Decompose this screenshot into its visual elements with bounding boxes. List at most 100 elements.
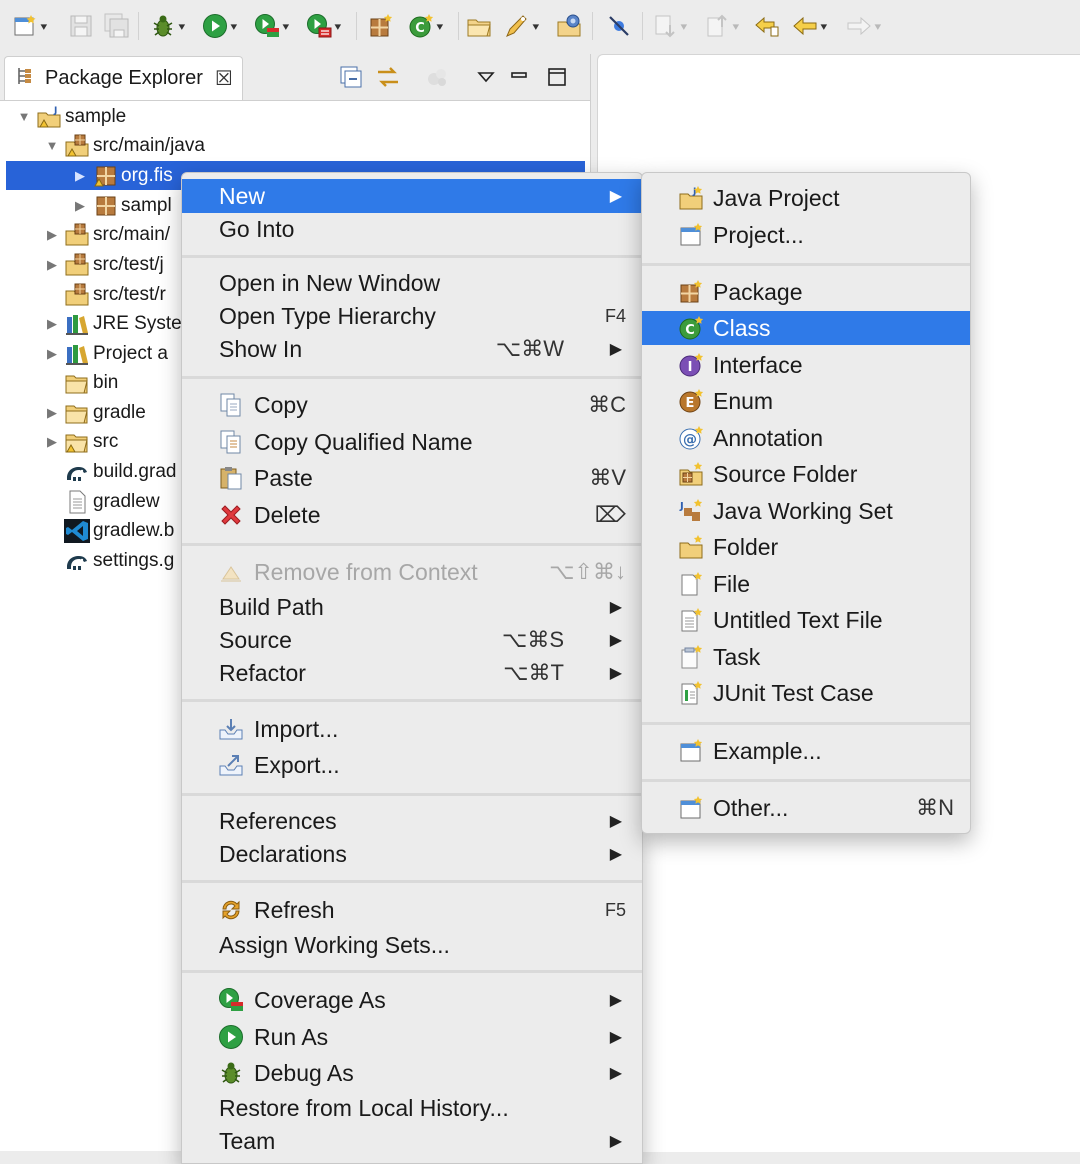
menu-item-go-into[interactable]: Go Into — [182, 212, 642, 246]
menu-item-copy[interactable]: Copy ⌘C — [182, 388, 642, 422]
submenu-item-project[interactable]: Project... — [642, 218, 970, 252]
submenu-item-class[interactable]: C Class — [642, 311, 970, 345]
back-icon[interactable]: ▾ — [792, 10, 827, 42]
submenu-item-enum[interactable]: E Enum — [642, 384, 970, 418]
source-folder-icon — [64, 134, 90, 158]
submenu-item-example[interactable]: Example... — [642, 734, 970, 768]
expand-toggle[interactable]: ▶ — [44, 405, 60, 421]
menu-item-open-type-hierarchy[interactable]: Open Type Hierarchy F4 — [182, 299, 642, 333]
submenu-item-interface[interactable]: I Interface — [642, 348, 970, 382]
run-icon[interactable]: ▾ — [202, 10, 237, 42]
source-folder-icon — [64, 223, 90, 247]
skip-breakpoints-icon[interactable] — [606, 10, 632, 42]
paste-icon — [220, 467, 242, 490]
new-wizard-icon[interactable]: ▾ — [12, 10, 47, 42]
submenu-item-java-working-set[interactable]: J Java Working Set — [642, 494, 970, 528]
submenu-item-annotation[interactable]: @ Annotation — [642, 421, 970, 455]
menu-item-import[interactable]: Import... — [182, 712, 642, 746]
menu-item-references[interactable]: References ▶ — [182, 804, 642, 838]
previous-annotation-icon[interactable]: ▾ — [704, 10, 739, 42]
collapse-all-icon[interactable] — [338, 62, 364, 92]
expand-toggle[interactable]: ▶ — [44, 316, 60, 332]
tree-item-sample[interactable]: ▼ J sample — [16, 102, 586, 131]
menu-item-show-in[interactable]: Show In ⌥⌘W ▶ — [182, 332, 642, 366]
menu-separator — [182, 543, 642, 546]
coverage-icon[interactable]: ▾ — [254, 10, 289, 42]
menu-item-open-in-new-window[interactable]: Open in New Window — [182, 266, 642, 300]
close-view-icon[interactable]: ☒ — [215, 66, 233, 91]
menu-item-declarations[interactable]: Declarations ▶ — [182, 837, 642, 871]
new-java-package-icon[interactable] — [368, 10, 394, 42]
submenu-item-untitled-text-file[interactable]: Untitled Text File — [642, 603, 970, 637]
menu-item-debug-as[interactable]: Debug As ▶ — [182, 1056, 642, 1090]
menu-item-paste[interactable]: Paste ⌘V — [182, 461, 642, 495]
menu-item-restore-from-local-history[interactable]: Restore from Local History... — [182, 1091, 642, 1125]
menu-item-new[interactable]: New ▶ — [182, 179, 642, 213]
submenu-arrow-icon: ▶ — [609, 341, 622, 358]
menu-shortcut: ⌥⌘S — [501, 627, 564, 652]
tab-package-explorer[interactable]: Package Explorer ☒ — [4, 56, 243, 100]
svg-text:J: J — [679, 501, 684, 512]
tree-item-src-main-java[interactable]: ▼ src/main/java — [44, 131, 586, 160]
menu-item-build-path[interactable]: Build Path ▶ — [182, 590, 642, 624]
submenu-item-junit-test-case[interactable]: JUnit Test Case — [642, 676, 970, 710]
menu-item-remove-from-context: Remove from Context ⌥⇧⌘↓ — [182, 555, 642, 589]
minimize-icon[interactable] — [509, 62, 529, 92]
menu-item-refresh[interactable]: Refresh F5 — [182, 893, 642, 927]
menu-item-assign-working-sets[interactable]: Assign Working Sets... — [182, 928, 642, 962]
menu-item-label: Assign Working Sets... — [219, 931, 450, 958]
forward-icon[interactable]: ▾ — [846, 10, 881, 42]
expand-toggle[interactable]: ▶ — [72, 168, 88, 184]
new-java-class-icon[interactable]: C ▾ — [408, 10, 443, 42]
open-type-icon[interactable] — [466, 10, 492, 42]
source-folder-icon — [64, 253, 90, 277]
link-with-editor-icon[interactable] — [374, 62, 402, 92]
java-project-icon: J — [679, 186, 703, 210]
submenu-item-folder[interactable]: Folder — [642, 530, 970, 564]
submenu-item-java-project[interactable]: J Java Project — [642, 181, 970, 215]
tree-item-label: gradlew — [93, 490, 160, 512]
package-icon — [92, 194, 118, 218]
menu-item-coverage-as[interactable]: Coverage As ▶ — [182, 983, 642, 1017]
menu-item-copy-qualified-name[interactable]: Copy Qualified Name — [182, 425, 642, 459]
menu-shortcut: ⌘C — [588, 392, 626, 417]
menu-item-refactor[interactable]: Refactor ⌥⌘T ▶ — [182, 656, 642, 690]
submenu-item-task[interactable]: Task — [642, 640, 970, 674]
debug-icon[interactable]: ▾ — [150, 10, 185, 42]
menu-item-run-as[interactable]: Run As ▶ — [182, 1020, 642, 1054]
menu-item-label: Remove from Context — [254, 558, 478, 585]
focus-on-active-task-icon[interactable] — [426, 62, 450, 92]
external-tools-icon[interactable]: ▾ — [306, 10, 341, 42]
expand-toggle[interactable]: ▼ — [16, 109, 32, 124]
submenu-arrow-icon: ▶ — [609, 665, 622, 682]
expand-toggle[interactable]: ▶ — [72, 198, 88, 214]
menu-item-team[interactable]: Team ▶ — [182, 1124, 642, 1158]
next-annotation-icon[interactable]: ▾ — [652, 10, 687, 42]
expand-toggle[interactable]: ▶ — [44, 257, 60, 273]
menu-item-label: Example... — [713, 737, 822, 764]
view-menu-icon[interactable] — [476, 62, 496, 92]
expand-toggle[interactable]: ▶ — [44, 434, 60, 450]
submenu-item-package[interactable]: Package — [642, 275, 970, 309]
submenu-item-file[interactable]: File — [642, 567, 970, 601]
save-all-icon[interactable] — [104, 10, 130, 42]
tree-item-label: src/main/ — [93, 223, 171, 245]
menu-item-source[interactable]: Source ⌥⌘S ▶ — [182, 623, 642, 657]
submenu-item-source-folder[interactable]: Source Folder — [642, 457, 970, 491]
menu-item-label: Folder — [713, 533, 779, 560]
menu-item-delete[interactable]: Delete ⌦ — [182, 498, 642, 532]
last-edit-location-icon[interactable] — [754, 10, 780, 42]
maximize-icon[interactable] — [546, 62, 568, 92]
menu-item-export[interactable]: Export... — [182, 748, 642, 782]
open-task-icon[interactable] — [556, 10, 582, 42]
tree-item-label: build.grad — [93, 460, 177, 482]
search-icon[interactable]: ▾ — [504, 10, 539, 42]
submenu-item-other[interactable]: Other... ⌘N — [642, 791, 970, 825]
expand-toggle[interactable]: ▶ — [44, 227, 60, 243]
expand-toggle[interactable]: ▼ — [44, 138, 60, 153]
expand-toggle[interactable]: ▶ — [44, 346, 60, 362]
svg-text:E: E — [686, 396, 695, 411]
tab-title: Package Explorer — [45, 67, 203, 89]
menu-item-label: Refresh — [254, 896, 335, 923]
save-icon[interactable] — [68, 10, 94, 42]
